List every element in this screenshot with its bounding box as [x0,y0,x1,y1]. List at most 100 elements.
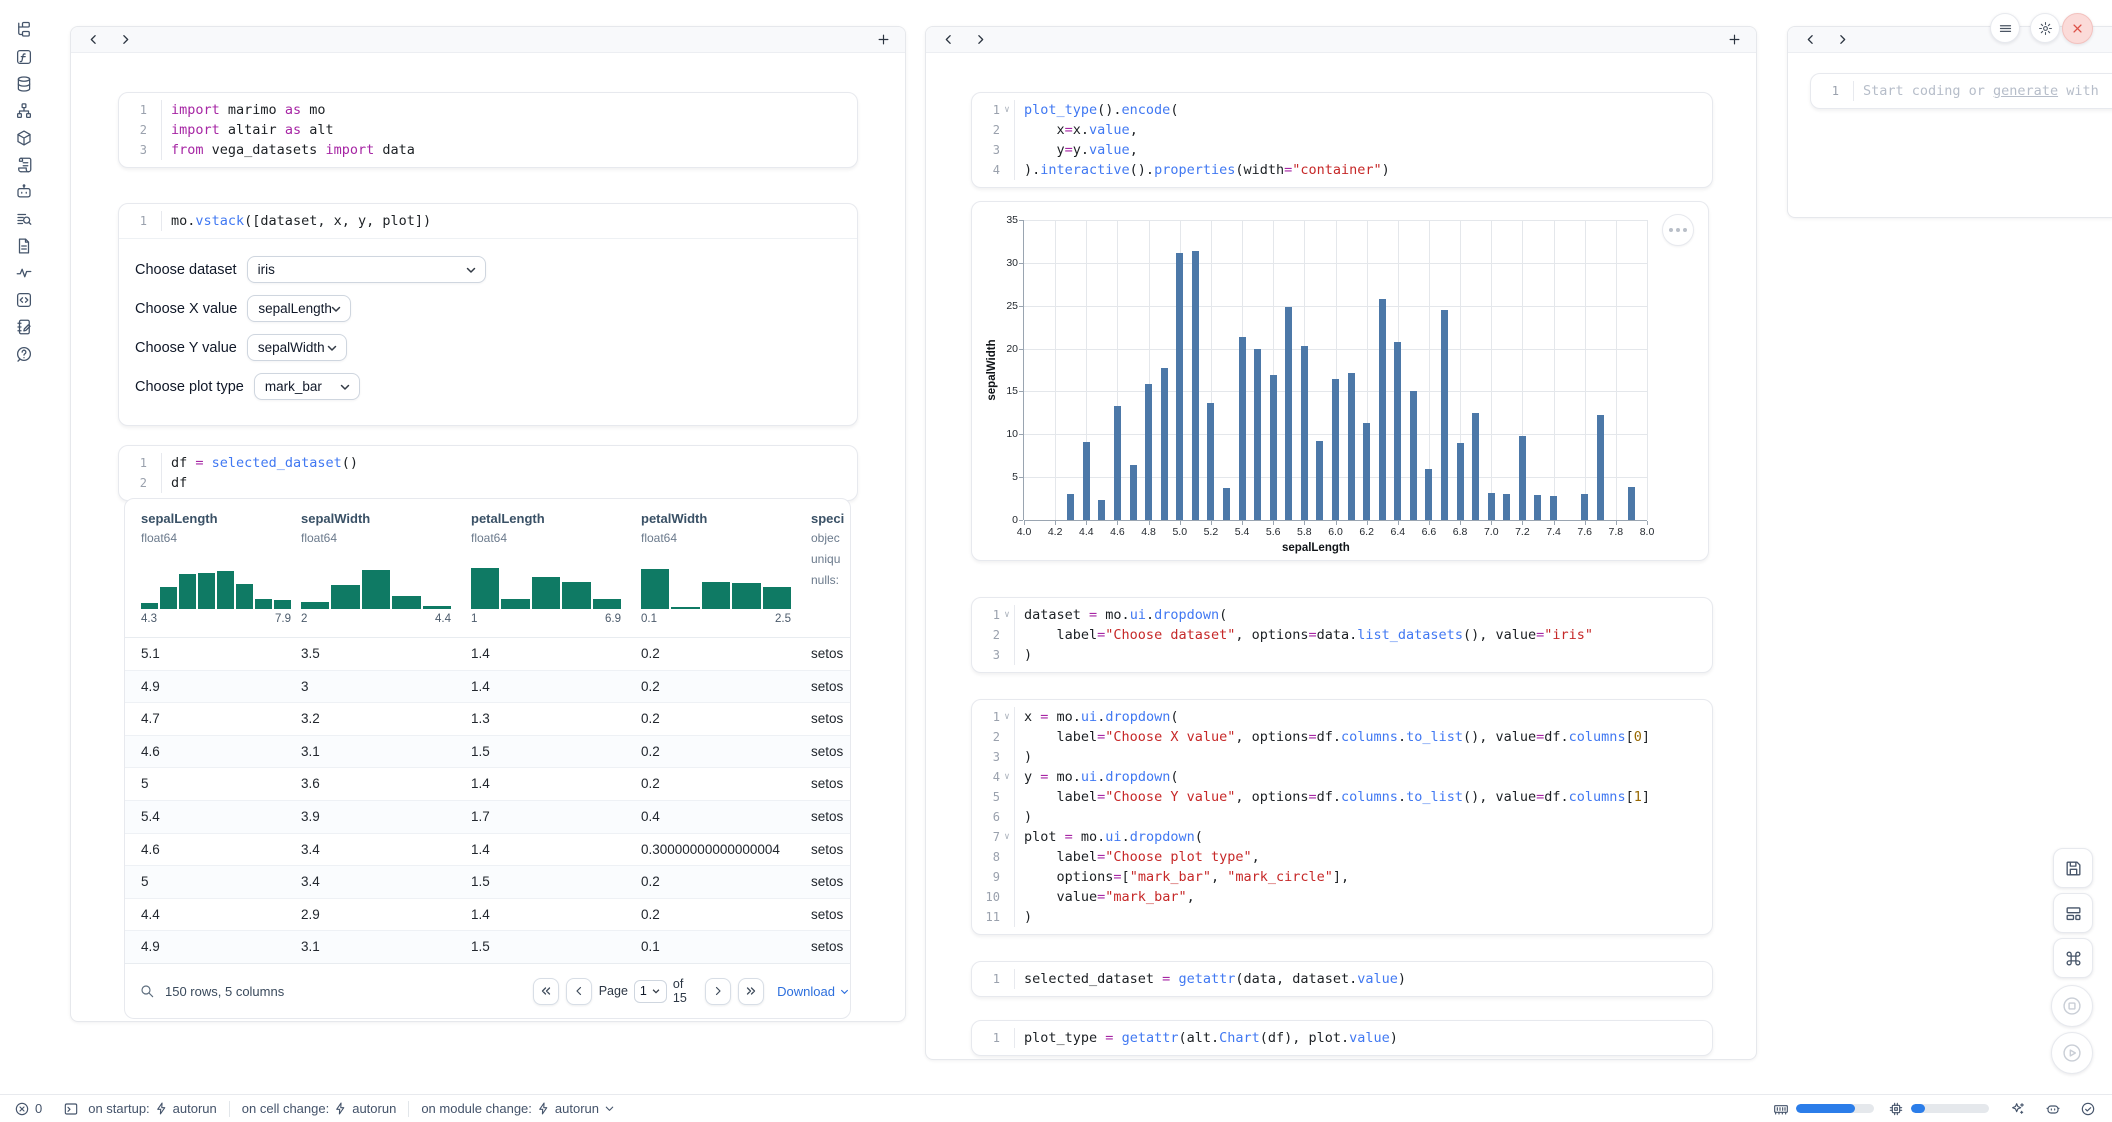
runtime-config-item[interactable]: on startup:autorun [88,1101,217,1116]
table-row[interactable]: 5.43.91.70.4setos [125,801,850,834]
collapse-right-icon[interactable] [115,30,135,50]
fold-chevron-icon[interactable]: ∨ [1000,827,1014,847]
table-row[interactable]: 4.73.21.30.2setos [125,703,850,736]
run-button[interactable] [2051,1032,2093,1074]
code-cell-xyplot[interactable]: 1∨x = mo.ui.dropdown(2 label="Choose X v… [971,699,1713,935]
column-header[interactable]: sepalLengthfloat644.37.9 [141,499,301,638]
table-cell: setos [811,801,843,834]
runtime-config-item[interactable]: on module change:autorun [421,1101,615,1116]
stop-button[interactable] [2051,985,2093,1027]
search-icon[interactable] [139,983,155,999]
scripts-icon[interactable] [12,156,36,174]
bar [1441,310,1448,520]
code-cell-vstack[interactable]: 1mo.vstack([dataset, x, y, plot]) Choose… [118,203,858,426]
code-cell-plot-type[interactable]: 1plot_type = getattr(alt.Chart(df), plot… [971,1020,1713,1056]
code-cell-imports[interactable]: 1import marimo as mo2import altair as al… [118,92,858,168]
add-column-icon[interactable] [873,30,893,50]
column-header[interactable]: speciobjecuniqunulls: [811,499,851,638]
code-cell-dataset[interactable]: 1∨dataset = mo.ui.dropdown(2 label="Choo… [971,597,1713,673]
x-tick-label: 8.0 [1627,526,1667,538]
bar [1348,373,1355,520]
tracing-icon[interactable] [12,264,36,282]
assistant-bot-icon[interactable] [2045,1101,2061,1117]
fold-spacer [1000,807,1014,827]
dropdown-select[interactable]: sepalWidth [247,334,347,361]
fold-chevron-icon[interactable]: ∨ [1000,605,1014,625]
table-row[interactable]: 4.42.91.40.2setos [125,899,850,932]
dropdown-select[interactable]: sepalLength [247,295,351,322]
page-select[interactable]: 1 [634,980,667,1003]
packages-icon[interactable] [12,129,36,147]
errors-icon[interactable] [14,1101,30,1117]
download-button[interactable]: Download [777,984,850,999]
documentation-icon[interactable] [12,237,36,255]
help-icon[interactable] [12,345,36,363]
bar [1503,494,1510,520]
variables-icon[interactable] [12,48,36,66]
datasources-icon[interactable] [12,75,36,93]
runtime-config-item[interactable]: on cell change:autorun [242,1101,397,1116]
chat-icon[interactable] [12,183,36,201]
line-number: 10 [972,887,1000,907]
ai-sparkles-icon[interactable] [2010,1101,2026,1117]
chart-actions-button[interactable] [1662,214,1694,246]
code-cell-empty[interactable]: 1Start coding or generate with [1810,73,2112,109]
next-page-button[interactable] [705,978,731,1005]
settings-button[interactable] [2030,13,2060,43]
table-row[interactable]: 53.41.50.2setos [125,866,850,899]
dropdown-select[interactable]: iris [247,256,486,283]
table-row[interactable]: 4.931.40.2setos [125,671,850,704]
collapse-left-icon[interactable] [83,30,103,50]
connection-status-icon[interactable] [2080,1101,2096,1117]
layout-button[interactable] [2053,893,2093,933]
last-page-button[interactable] [738,978,764,1005]
table-row[interactable]: 4.63.11.50.2setos [125,736,850,769]
table-row[interactable]: 4.63.41.40.30000000000000004setos [125,834,850,867]
table-row[interactable]: 5.13.51.40.2setos [125,638,850,671]
snippets-icon[interactable] [12,291,36,309]
add-column-icon[interactable] [1724,30,1744,50]
fold-chevron-icon[interactable]: ∨ [1000,707,1014,727]
first-page-button[interactable] [533,978,559,1005]
bar [1332,379,1339,520]
command-palette-button[interactable] [2053,938,2093,978]
fold-chevron-icon[interactable]: ∨ [1000,767,1014,787]
table-row[interactable]: 4.93.11.50.1setos [125,931,850,964]
df-editor[interactable]: 1df = selected_dataset()2df [118,445,858,501]
collapse-left-icon[interactable] [938,30,958,50]
panel-left: 1import marimo as mo2import altair as al… [70,26,906,1022]
terminal-icon[interactable] [63,1101,79,1117]
dropdown-select[interactable]: mark_bar [254,373,360,400]
prev-page-button[interactable] [566,978,592,1005]
save-button[interactable] [2053,848,2093,888]
column-header[interactable]: petalWidthfloat640.12.5 [641,499,801,638]
page-range-label: of 15 [673,977,700,1005]
table-row[interactable]: 53.61.40.2setos [125,768,850,801]
code-cell-plot[interactable]: 1∨plot_type().encode(2 x=x.value,3 y=y.v… [971,92,1713,188]
code-line: Start coding or generate with [1853,81,2112,101]
collapse-left-icon[interactable] [1800,30,1820,50]
collapse-right-icon[interactable] [970,30,990,50]
menu-button[interactable] [1990,13,2020,43]
bar [1534,495,1541,520]
bar [1394,342,1401,520]
code-line: plot = mo.ui.dropdown( [1014,827,1712,847]
histogram-bar [423,606,451,609]
bar [1519,436,1526,520]
code-cell-selected-dataset[interactable]: 1selected_dataset = getattr(data, datase… [971,961,1713,997]
scratchpad-icon[interactable] [12,318,36,336]
collapse-right-icon[interactable] [1832,30,1852,50]
code-line: plot_type = getattr(alt.Chart(df), plot.… [1014,1028,1712,1048]
column-header[interactable]: petalLengthfloat6416.9 [471,499,631,638]
histogram-bar [593,599,621,609]
table-cell: 0.2 [641,899,660,932]
file-tree-icon[interactable] [12,21,36,39]
histogram-bar [198,573,215,609]
shutdown-button[interactable] [2062,13,2093,44]
fold-spacer [1000,867,1014,887]
bar-chart[interactable]: 051015202530354.04.24.44.64.85.05.25.45.… [1024,220,1647,520]
column-header[interactable]: sepalWidthfloat6424.4 [301,499,461,638]
logs-icon[interactable] [12,210,36,228]
fold-chevron-icon[interactable]: ∨ [1000,100,1014,120]
dependency-graph-icon[interactable] [12,102,36,120]
